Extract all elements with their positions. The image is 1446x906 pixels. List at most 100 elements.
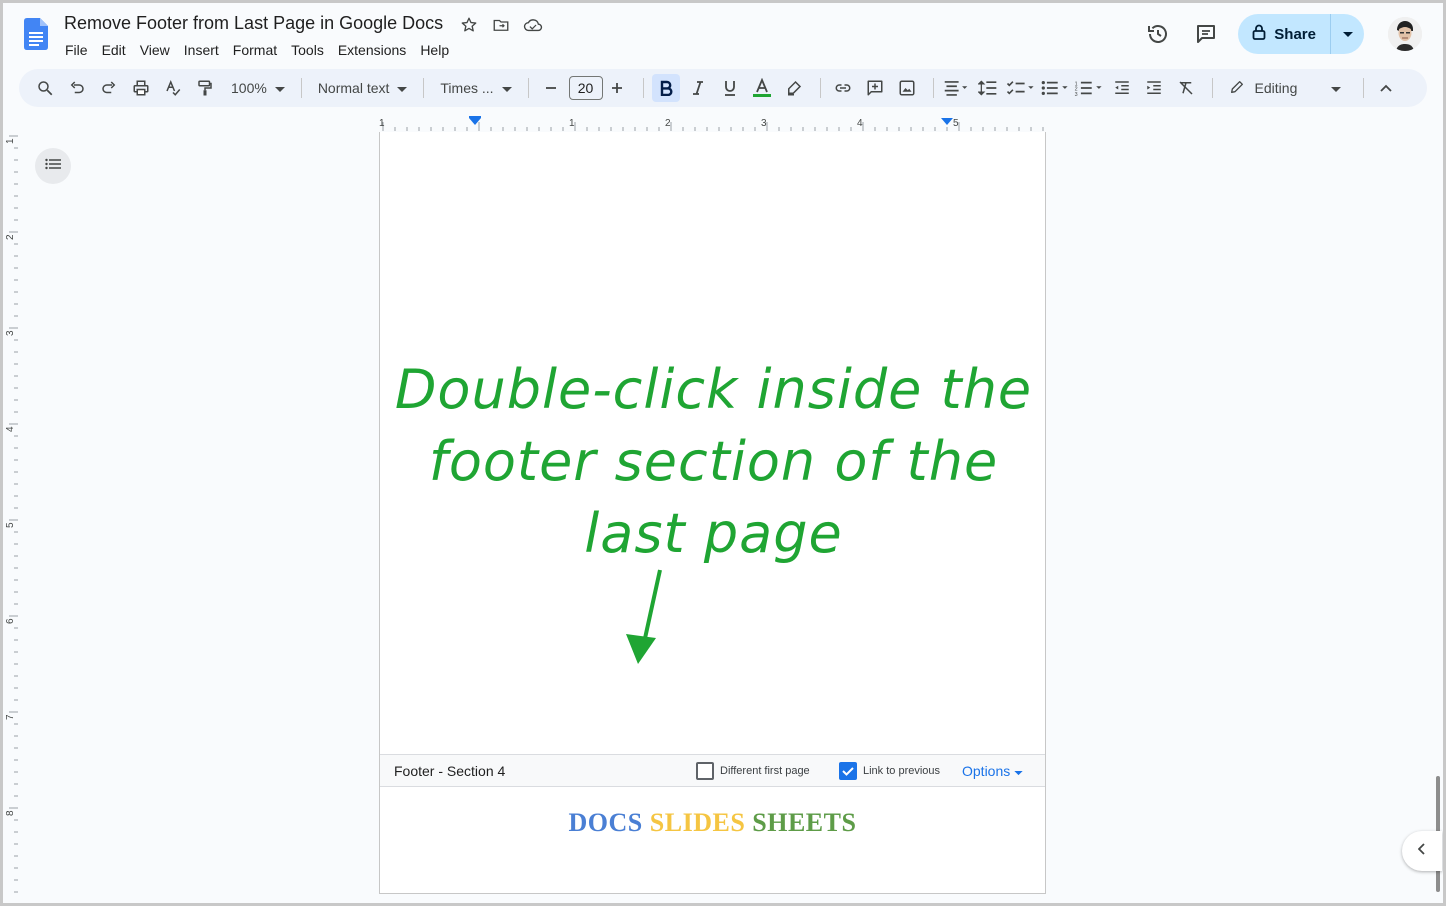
increase-font-size-button[interactable] bbox=[603, 74, 631, 102]
editing-mode-label: Editing bbox=[1254, 80, 1298, 96]
ruler-label: 4 bbox=[857, 118, 863, 129]
footer-toolbar: Footer - Section 4 Different first page … bbox=[380, 754, 1045, 787]
italic-icon[interactable] bbox=[684, 74, 712, 102]
outline-icon bbox=[45, 157, 61, 175]
toolbar-divider bbox=[1211, 78, 1213, 98]
bullet-list-icon[interactable] bbox=[1040, 74, 1070, 102]
document-title[interactable]: Remove Footer from Last Page in Google D… bbox=[64, 13, 443, 34]
footer-text-docs: DOCS bbox=[568, 808, 643, 837]
ruler-label: 5 bbox=[953, 118, 959, 129]
menu-insert[interactable]: Insert bbox=[177, 40, 226, 60]
document-page[interactable]: Double-click inside the footer section o… bbox=[379, 132, 1046, 894]
lock-icon bbox=[1252, 24, 1266, 44]
ruler-label: 2 bbox=[5, 234, 16, 240]
link-to-previous-label: Link to previous bbox=[863, 764, 941, 777]
editing-mode-select[interactable]: Editing bbox=[1221, 74, 1349, 102]
link-to-previous-checkbox[interactable] bbox=[839, 761, 857, 780]
decrease-indent-icon[interactable] bbox=[1108, 74, 1136, 102]
bold-icon[interactable] bbox=[651, 74, 680, 102]
star-icon[interactable] bbox=[458, 14, 480, 36]
menu-bar: File Edit View Insert Format Tools Exten… bbox=[58, 40, 456, 60]
horizontal-ruler[interactable]: 1 1 2 3 4 5 bbox=[379, 116, 1046, 132]
paint-format-icon[interactable] bbox=[191, 74, 219, 102]
toolbar-divider bbox=[300, 78, 302, 98]
side-panel-toggle[interactable] bbox=[1402, 831, 1442, 871]
underline-icon[interactable] bbox=[716, 74, 744, 102]
numbered-list-icon[interactable]: 123 bbox=[1074, 74, 1104, 102]
version-history-icon[interactable] bbox=[1138, 14, 1178, 54]
ruler-label: 6 bbox=[5, 618, 16, 624]
ruler-label: 2 bbox=[665, 118, 671, 129]
comment-icon[interactable] bbox=[861, 74, 889, 102]
menu-extensions[interactable]: Extensions bbox=[331, 40, 413, 60]
toolbar-divider bbox=[423, 78, 425, 98]
image-icon[interactable] bbox=[893, 74, 921, 102]
increase-indent-icon[interactable] bbox=[1140, 74, 1168, 102]
align-icon[interactable] bbox=[942, 74, 970, 102]
menu-view[interactable]: View bbox=[133, 40, 177, 60]
toolbar: 100% Normal text Times ... 20 1 2 3 Edit… bbox=[19, 69, 1427, 107]
footer-options-button[interactable]: Options bbox=[962, 763, 1023, 779]
spellcheck-icon[interactable] bbox=[159, 74, 187, 102]
redo-icon[interactable] bbox=[95, 74, 123, 102]
ruler-label: 3 bbox=[5, 330, 16, 336]
paragraph-style-select[interactable]: Normal text bbox=[310, 74, 416, 102]
menu-format[interactable]: Format bbox=[226, 40, 284, 60]
annotation-line: footer section of the bbox=[428, 430, 999, 493]
font-value: Times ... bbox=[440, 80, 494, 96]
arrow-annotation bbox=[626, 569, 662, 664]
vertical-ruler[interactable]: 1 2 3 4 5 6 7 8 bbox=[3, 132, 19, 902]
chevron-left-icon bbox=[1417, 842, 1426, 860]
share-dropdown-button[interactable] bbox=[1330, 14, 1364, 54]
undo-icon[interactable] bbox=[63, 74, 91, 102]
menu-file[interactable]: File bbox=[58, 40, 95, 60]
pencil-icon bbox=[1229, 79, 1245, 98]
annotation-text: Double-click inside the footer section o… bbox=[380, 354, 1047, 570]
footer-text-sheets: SHEETS bbox=[752, 808, 857, 837]
comments-icon[interactable] bbox=[1186, 14, 1226, 54]
menu-edit[interactable]: Edit bbox=[95, 40, 133, 60]
highlight-icon[interactable] bbox=[780, 74, 808, 102]
move-to-folder-icon[interactable] bbox=[490, 14, 512, 36]
share-button[interactable]: Share bbox=[1238, 14, 1330, 54]
caret-down-icon bbox=[274, 80, 285, 96]
search-icon[interactable] bbox=[31, 74, 59, 102]
different-first-page-label: Different first page bbox=[720, 764, 810, 777]
caret-down-icon bbox=[397, 80, 408, 96]
font-size-input[interactable]: 20 bbox=[568, 76, 603, 100]
link-icon[interactable] bbox=[829, 74, 857, 102]
checklist-icon[interactable] bbox=[1006, 74, 1036, 102]
annotation-line: Double-click inside the bbox=[394, 358, 1033, 421]
collapse-icon[interactable] bbox=[1372, 74, 1400, 102]
zoom-select[interactable]: 100% bbox=[223, 74, 293, 102]
checkmark-icon bbox=[842, 766, 854, 776]
share-button-group: Share bbox=[1238, 14, 1364, 54]
right-indent-marker[interactable] bbox=[941, 118, 953, 125]
line-spacing-icon[interactable] bbox=[974, 74, 1002, 102]
different-first-page-checkbox[interactable] bbox=[696, 761, 714, 780]
svg-text:3: 3 bbox=[1074, 92, 1077, 97]
print-icon[interactable] bbox=[127, 74, 155, 102]
caret-down-icon bbox=[1342, 25, 1353, 43]
avatar[interactable] bbox=[1388, 17, 1422, 51]
ruler-label: 3 bbox=[761, 118, 767, 129]
annotation-line: last page bbox=[584, 502, 843, 565]
document-outline-button[interactable] bbox=[35, 148, 71, 184]
decrease-font-size-button[interactable] bbox=[537, 74, 565, 102]
caret-down-icon bbox=[1330, 80, 1341, 96]
google-docs-icon[interactable] bbox=[24, 18, 48, 52]
menu-help[interactable]: Help bbox=[413, 40, 456, 60]
cloud-saved-icon[interactable] bbox=[522, 14, 544, 36]
caret-down-icon bbox=[501, 80, 512, 96]
link-to-previous-option[interactable]: Link to previous bbox=[839, 761, 941, 780]
font-select[interactable]: Times ... bbox=[432, 74, 519, 102]
menu-tools[interactable]: Tools bbox=[284, 40, 331, 60]
ruler-label: 1 bbox=[379, 118, 385, 129]
footer-content[interactable]: DOCS SLIDES SHEETS bbox=[380, 808, 1045, 838]
ruler-label: 4 bbox=[5, 426, 16, 432]
footer-options-label: Options bbox=[962, 762, 1011, 779]
footer-text-slides: SLIDES bbox=[649, 808, 746, 837]
text-color-icon[interactable] bbox=[748, 74, 776, 102]
different-first-page-option[interactable]: Different first page bbox=[696, 761, 810, 780]
clear-formatting-icon[interactable] bbox=[1172, 74, 1200, 102]
